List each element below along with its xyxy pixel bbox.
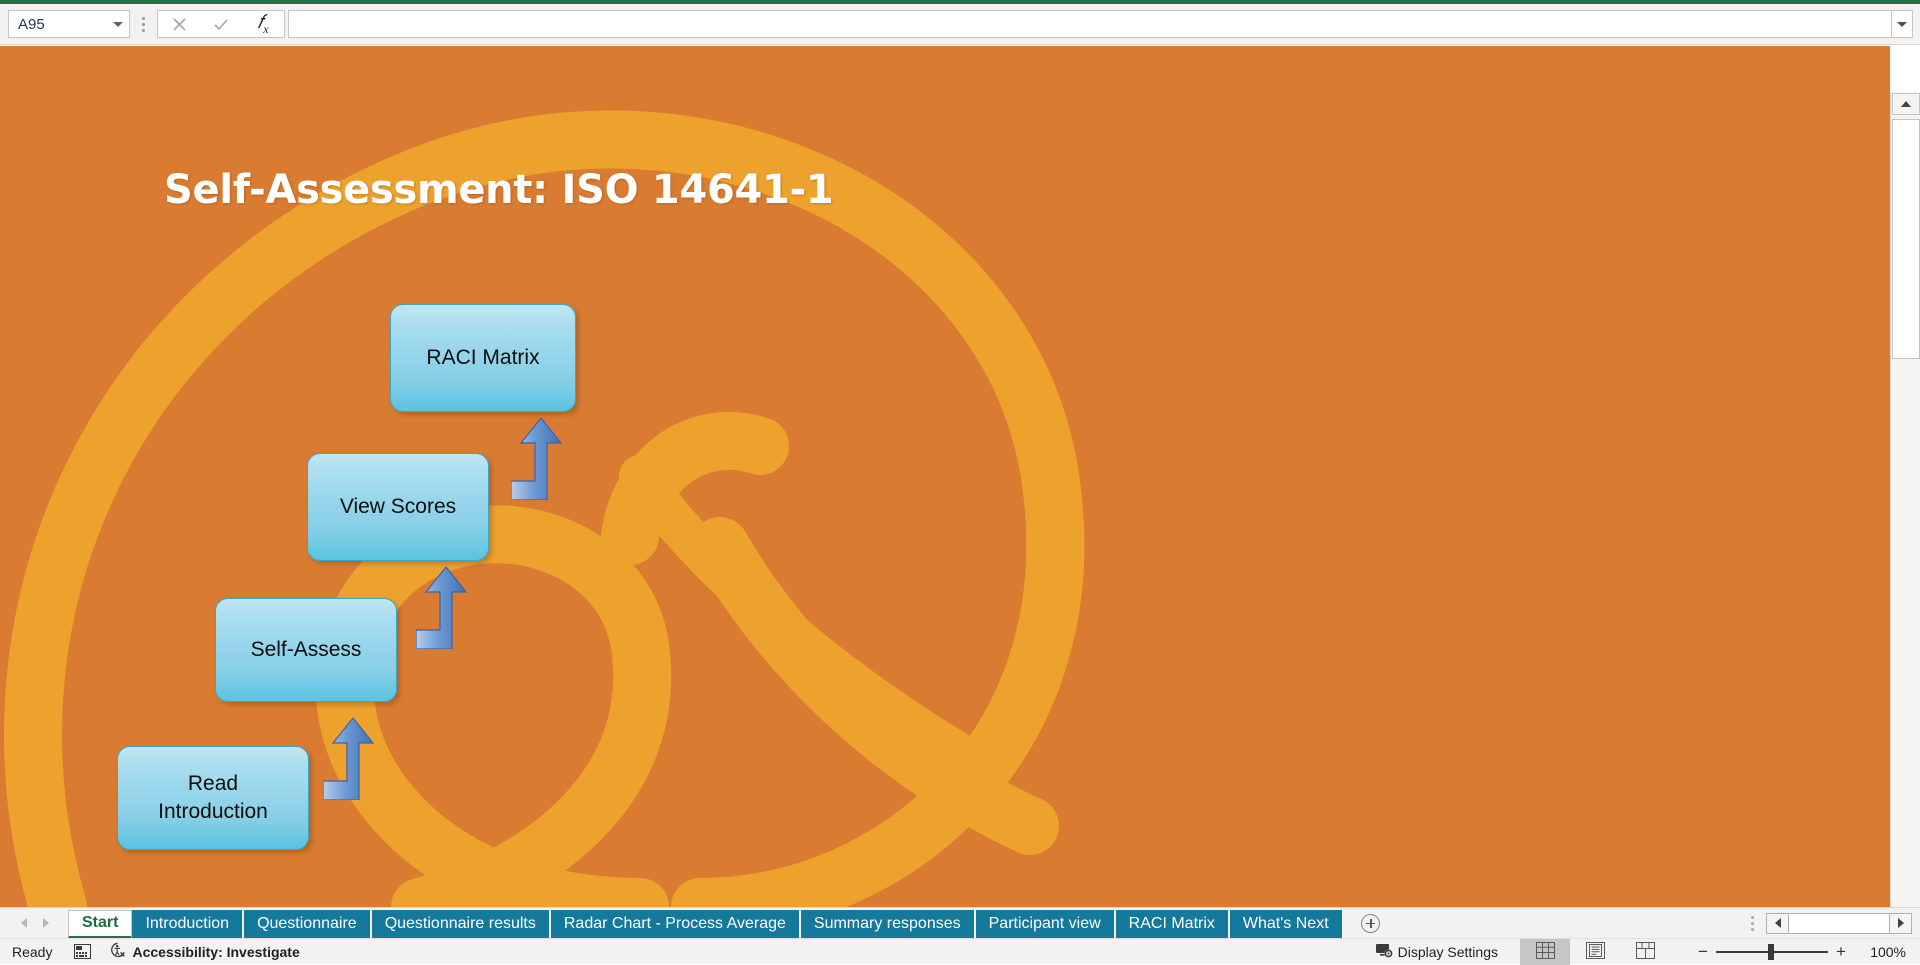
accessibility-status[interactable]: Accessibility: Investigate: [109, 942, 300, 961]
sheet-tab-raci-matrix[interactable]: RACI Matrix: [1115, 909, 1230, 939]
sheet-tab-label: What's Next: [1242, 915, 1329, 932]
vertical-scroll-track[interactable]: [1891, 115, 1920, 930]
page-title: Self-Assessment: ISO 14641-1: [164, 167, 834, 213]
sheet-tab-label: Introduction: [145, 915, 230, 932]
arrow-view-scores-to-raci: [511, 418, 571, 500]
page-layout-icon: [1585, 941, 1605, 962]
normal-view-button[interactable]: [1520, 938, 1570, 965]
status-bar-right-group: Display Settings − + 100%: [1375, 938, 1920, 965]
sheet-tab-label: Start: [82, 914, 119, 931]
check-icon[interactable]: [200, 11, 242, 37]
accessibility-icon: [109, 942, 126, 961]
page-break-view-button[interactable]: [1620, 939, 1670, 965]
flow-box-raci-matrix[interactable]: RACI Matrix: [390, 304, 576, 412]
triangle-up-icon: [1900, 101, 1911, 107]
sheet-tab-label: RACI Matrix: [1128, 915, 1215, 932]
sheet-tab-questionnaire-results[interactable]: Questionnaire results: [371, 909, 551, 939]
accessibility-label: Accessibility: Investigate: [132, 943, 300, 960]
horizontal-scroll-track[interactable]: [1789, 912, 1889, 934]
display-settings-label: Display Settings: [1397, 943, 1498, 960]
zoom-in-button[interactable]: +: [1828, 942, 1854, 962]
sheet-tab-questionnaire[interactable]: Questionnaire: [244, 909, 372, 939]
sheet-tab-label: Radar Chart - Process Average: [563, 915, 786, 932]
flow-box-self-assess[interactable]: Self-Assess: [215, 598, 397, 702]
sheet-tab-start[interactable]: Start: [68, 909, 133, 939]
sheet-tab-label: Questionnaire results: [384, 915, 536, 932]
flow-box-read-introduction[interactable]: Read Introduction: [117, 746, 309, 850]
chevron-down-icon[interactable]: [113, 21, 123, 27]
zoom-out-button[interactable]: −: [1690, 942, 1716, 962]
grip-dot: [141, 28, 145, 32]
vertical-scroll-thumb[interactable]: [1891, 119, 1920, 359]
tab-bar-right-group: [1751, 912, 1912, 934]
flow-box-label: Read Introduction: [158, 772, 268, 823]
page-break-icon: [1635, 941, 1655, 962]
name-box[interactable]: A95: [8, 10, 130, 38]
record-macro-icon[interactable]: [74, 944, 92, 959]
page-layout-view-button[interactable]: [1570, 939, 1620, 965]
sheet-next-button[interactable]: [36, 912, 56, 934]
grip-dot: [1751, 927, 1754, 931]
triangle-right-icon: [1897, 918, 1904, 928]
sheet-tab-introduction[interactable]: Introduction: [132, 909, 245, 939]
add-sheet-button[interactable]: [1354, 908, 1388, 939]
display-settings-icon: [1375, 943, 1394, 961]
plus-circle-icon: [1361, 913, 1381, 933]
zoom-slider-thumb[interactable]: [1768, 943, 1774, 960]
worksheet-area: Self-Assessment: ISO 14641-1 RACI Matrix…: [0, 46, 1920, 953]
flow-box-label: View Scores: [339, 495, 457, 519]
arrow-read-intro-to-self-assess: [323, 718, 383, 800]
status-mode: Ready: [12, 943, 53, 960]
sheet-tab-summary-responses[interactable]: Summary responses: [800, 909, 976, 939]
fx-icon[interactable]: 𝑓x: [242, 11, 284, 37]
view-buttons: [1520, 938, 1670, 965]
status-bar: Ready Accessibility: Investigate Display…: [0, 938, 1920, 965]
arrow-self-assess-to-view-scores: [416, 567, 476, 649]
name-box-value: A95: [18, 15, 45, 33]
zoom-slider[interactable]: [1716, 939, 1828, 965]
formula-bar-grip: [132, 9, 154, 39]
sheet-tabs: Start Introduction Questionnaire Questio…: [68, 908, 1344, 939]
cancel-icon[interactable]: [158, 11, 200, 37]
formula-input[interactable]: [288, 10, 1891, 38]
sheet-tab-label: Summary responses: [813, 915, 961, 932]
flow-box-label: Self-Assess: [250, 638, 362, 662]
grip-dot: [141, 16, 145, 20]
formula-bar-buttons: 𝑓x: [157, 10, 285, 38]
sheet-tab-bar: Start Introduction Questionnaire Questio…: [0, 907, 1920, 939]
scroll-up-button[interactable]: [1891, 93, 1920, 115]
sheet-tab-radar-chart-process-average[interactable]: Radar Chart - Process Average: [550, 909, 801, 939]
sheet-tab-label: Questionnaire: [257, 915, 357, 932]
formula-bar-expand-button[interactable]: [1891, 10, 1913, 38]
display-settings-button[interactable]: Display Settings: [1375, 943, 1498, 961]
grip-dot: [1751, 915, 1754, 919]
sheet-prev-button[interactable]: [14, 912, 34, 934]
flow-box-label: RACI Matrix: [426, 346, 540, 370]
flow-box-view-scores[interactable]: View Scores: [307, 453, 489, 561]
grip-dot: [141, 22, 145, 26]
sheet-tab-whats-next[interactable]: What's Next: [1229, 909, 1344, 939]
sheet-nav-arrows[interactable]: [14, 912, 56, 934]
hscroll-right-button[interactable]: [1889, 912, 1912, 934]
hscroll-left-button[interactable]: [1766, 912, 1789, 934]
nav-prev-icon: [21, 918, 27, 928]
chevron-down-icon: [1897, 21, 1907, 27]
formula-bar: A95 𝑓x: [0, 4, 1920, 45]
triangle-left-icon: [1774, 918, 1781, 928]
grid-icon: [1535, 941, 1555, 962]
vertical-scrollbar[interactable]: [1890, 92, 1920, 953]
nav-next-icon: [43, 918, 49, 928]
sheet-tab-participant-view[interactable]: Participant view: [975, 909, 1116, 939]
horizontal-scrollbar[interactable]: [1766, 912, 1912, 934]
zoom-level-label[interactable]: 100%: [1854, 944, 1906, 960]
zoom-control: − + 100%: [1690, 939, 1920, 965]
slide-canvas[interactable]: Self-Assessment: ISO 14641-1 RACI Matrix…: [0, 46, 1890, 907]
sheet-tab-label: Participant view: [988, 915, 1101, 932]
tab-split-handle[interactable]: [1751, 915, 1754, 931]
grip-dot: [1751, 921, 1754, 925]
